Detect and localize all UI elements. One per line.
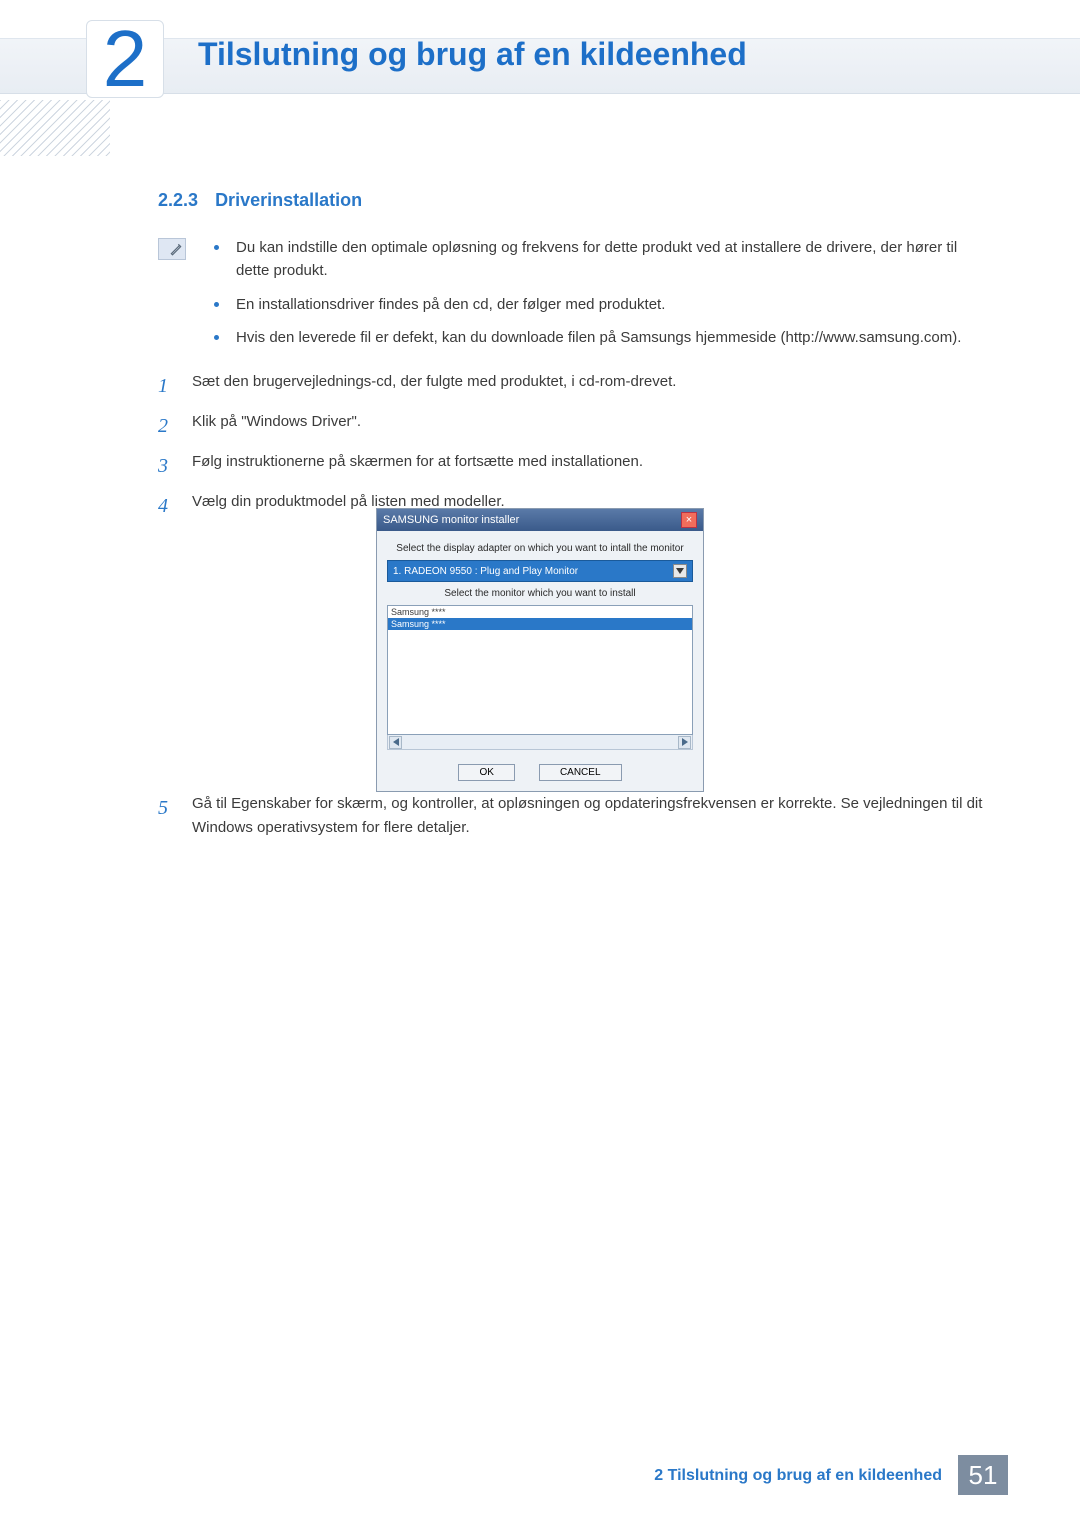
- horizontal-scrollbar[interactable]: [387, 735, 693, 750]
- step-text: Klik på "Windows Driver".: [192, 410, 361, 442]
- note-bullet: En installationsdriver findes på den cd,…: [214, 293, 984, 316]
- monitor-label: Select the monitor which you want to ins…: [387, 588, 693, 599]
- dialog-title: SAMSUNG monitor installer: [383, 514, 519, 526]
- step-item: 3 Følg instruktionerne på skærmen for at…: [158, 450, 984, 482]
- step-text: Gå til Egenskaber for skærm, og kontroll…: [192, 792, 984, 840]
- section-heading: 2.2.3 Driverinstallation: [158, 190, 362, 211]
- scroll-right-icon[interactable]: [678, 736, 691, 749]
- decorative-hatch: [0, 100, 110, 156]
- combobox-value: 1. RADEON 9550 : Plug and Play Monitor: [393, 566, 578, 577]
- list-item[interactable]: Samsung ****: [388, 606, 692, 618]
- step-number: 3: [158, 450, 176, 482]
- page-number: 51: [958, 1455, 1008, 1495]
- note-bullet: Du kan indstille den optimale opløsning …: [214, 236, 984, 283]
- chapter-number: 2: [103, 27, 148, 91]
- dialog-button-row: OK CANCEL: [387, 764, 693, 781]
- step-number: 1: [158, 370, 176, 402]
- step-item: 2 Klik på "Windows Driver".: [158, 410, 984, 442]
- chevron-down-icon[interactable]: [673, 564, 687, 578]
- list-item-selected[interactable]: Samsung ****: [388, 618, 692, 630]
- step-number: 5: [158, 792, 176, 840]
- step-number: 4: [158, 490, 176, 522]
- step-item: 5 Gå til Egenskaber for skærm, og kontro…: [158, 792, 984, 840]
- note-icon: [158, 238, 186, 260]
- adapter-combobox[interactable]: 1. RADEON 9550 : Plug and Play Monitor: [387, 560, 693, 582]
- close-icon[interactable]: ×: [681, 512, 697, 528]
- step-text: Sæt den brugervejlednings-cd, der fulgte…: [192, 370, 676, 402]
- footer-chapter-title: 2 Tilslutning og brug af en kildeenhed: [654, 1467, 942, 1485]
- adapter-label: Select the display adapter on which you …: [387, 543, 693, 554]
- installer-dialog: SAMSUNG monitor installer × Select the d…: [376, 508, 704, 792]
- cancel-button[interactable]: CANCEL: [539, 764, 622, 781]
- note-bullet-list: Du kan indstille den optimale opløsning …: [214, 236, 984, 359]
- dialog-body: Select the display adapter on which you …: [377, 531, 703, 791]
- chapter-number-box: 2: [86, 20, 164, 98]
- step-number: 2: [158, 410, 176, 442]
- ok-button[interactable]: OK: [458, 764, 514, 781]
- step-item: 1 Sæt den brugervejlednings-cd, der fulg…: [158, 370, 984, 402]
- scroll-left-icon[interactable]: [389, 736, 402, 749]
- section-title: Driverinstallation: [215, 190, 362, 210]
- page-title: Tilslutning og brug af en kildeenhed: [198, 36, 747, 73]
- note-bullet: Hvis den leverede fil er defekt, kan du …: [214, 326, 984, 349]
- section-number: 2.2.3: [158, 190, 198, 210]
- step-text: Følg instruktionerne på skærmen for at f…: [192, 450, 643, 482]
- dialog-titlebar: SAMSUNG monitor installer ×: [377, 509, 703, 531]
- ordered-steps: 1 Sæt den brugervejlednings-cd, der fulg…: [158, 370, 984, 530]
- monitor-listbox[interactable]: Samsung **** Samsung ****: [387, 605, 693, 735]
